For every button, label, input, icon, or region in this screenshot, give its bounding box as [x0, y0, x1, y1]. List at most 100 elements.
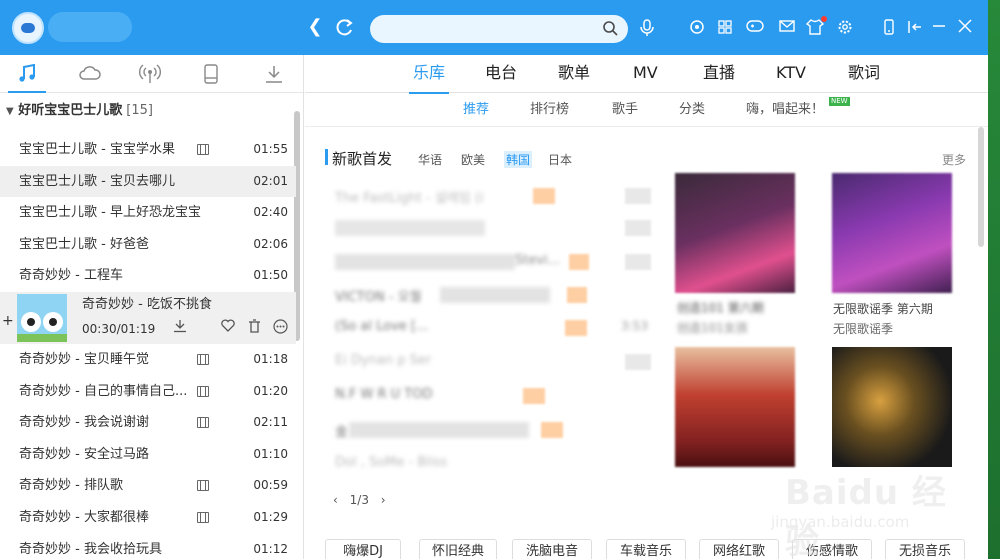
more-link[interactable]: 更多: [942, 151, 966, 168]
song-duration: 01:55: [253, 142, 288, 156]
tab-live[interactable]: 直播: [703, 55, 735, 93]
apps-icon[interactable]: [716, 19, 734, 37]
mv-icon[interactable]: [197, 511, 209, 523]
subtab-sing[interactable]: 嗨，唱起来！: [746, 93, 824, 127]
filter-chinese[interactable]: 华语: [418, 151, 442, 168]
list-item[interactable]: Stevi...: [325, 251, 655, 273]
genre-tag[interactable]: 怀旧经典: [419, 539, 497, 559]
add-icon[interactable]: +: [2, 306, 14, 338]
album-cover[interactable]: [832, 347, 952, 467]
list-item[interactable]: VICTON - 오월: [325, 284, 655, 306]
app-logo[interactable]: [12, 12, 44, 44]
song-row[interactable]: 宝宝巴士儿歌 - 宝宝学水果 01:55: [0, 134, 296, 166]
song-duration: 02:40: [253, 205, 288, 220]
song-row[interactable]: 宝宝巴士儿歌 - 好爸爸 02:06: [0, 229, 296, 261]
subtab-recommend[interactable]: 推荐: [463, 93, 489, 127]
game-icon[interactable]: [746, 19, 764, 37]
song-title: 奇奇妙妙 - 工程车: [19, 268, 123, 284]
now-playing-title: 奇奇妙妙 - 吃饭不挑食: [82, 296, 212, 312]
list-item[interactable]: (So al Love [... 3:53: [325, 317, 655, 339]
close-icon[interactable]: [956, 19, 974, 37]
phone-icon[interactable]: [880, 19, 898, 37]
tab-lyrics[interactable]: 歌词: [848, 55, 880, 93]
mv-icon[interactable]: [197, 417, 209, 429]
heart-icon[interactable]: [220, 319, 236, 335]
album-cover[interactable]: [675, 173, 795, 293]
song-duration: 00:59: [253, 478, 288, 493]
back-icon[interactable]: ❮: [304, 16, 326, 38]
song-duration: 01:12: [253, 541, 288, 556]
search-input[interactable]: [370, 15, 628, 43]
song-row[interactable]: 奇奇妙妙 - 自己的事情自己... 01:20: [0, 376, 296, 408]
prev-page-icon[interactable]: ‹: [333, 493, 338, 507]
user-name-pill[interactable]: [48, 12, 132, 42]
minimize-icon[interactable]: [930, 19, 948, 37]
song-row[interactable]: 奇奇妙妙 - 工程车 01:50: [0, 260, 296, 292]
album-cover[interactable]: [832, 173, 952, 293]
page-indicator: 1/3: [349, 493, 369, 507]
song-duration: 02:06: [253, 236, 288, 251]
title-bar: ❮: [0, 0, 988, 55]
gear-icon[interactable]: [836, 19, 854, 37]
skin-icon[interactable]: [688, 19, 706, 37]
list-item[interactable]: Dol , SoMe - Bliss: [325, 453, 655, 475]
genre-tag[interactable]: 洗脑电音: [512, 539, 592, 559]
next-page-icon[interactable]: ›: [381, 493, 386, 507]
list-item[interactable]: The FastLight - 설레임 (i: [325, 185, 655, 207]
song-row[interactable]: 奇奇妙妙 - 我会说谢谢 02:11: [0, 407, 296, 439]
section-title: 新歌首发: [332, 150, 393, 168]
song-title: 奇奇妙妙 - 自己的事情自己...: [19, 383, 188, 399]
tab-playlists[interactable]: 歌单: [558, 55, 590, 93]
song-title: 奇奇妙妙 - 大家都很棒: [19, 509, 149, 525]
song-row[interactable]: 奇奇妙妙 - 我会收拾玩具 01:12: [0, 534, 296, 559]
song-duration: 02:01: [253, 173, 288, 188]
music-note-icon[interactable]: [8, 63, 46, 93]
mv-icon[interactable]: [197, 144, 209, 155]
album-cover[interactable]: [675, 347, 795, 467]
filter-korean[interactable]: 韩国: [504, 151, 533, 168]
mv-icon[interactable]: [197, 480, 209, 492]
tab-ktv[interactable]: KTV: [776, 55, 806, 93]
main-scrollbar[interactable]: [978, 127, 984, 247]
mv-icon[interactable]: [197, 385, 209, 397]
filter-japanese[interactable]: 日本: [548, 151, 572, 168]
watermark-brand: Baidu 经验: [785, 473, 947, 559]
filter-western[interactable]: 欧美: [461, 151, 485, 168]
song-row[interactable]: 奇奇妙妙 - 安全过马路 01:10: [0, 439, 296, 471]
tab-radio[interactable]: 电台: [485, 55, 517, 93]
list-item[interactable]: [325, 217, 655, 239]
subtab-singers[interactable]: 歌手: [612, 93, 638, 127]
device-icon[interactable]: [202, 64, 224, 84]
genre-tag[interactable]: 嗨爆DJ: [325, 539, 401, 559]
refresh-icon[interactable]: [334, 16, 356, 38]
song-row[interactable]: 宝宝巴士儿歌 - 宝贝去哪儿 02:01: [0, 165, 296, 198]
playlist-name: 好听宝宝巴士儿歌: [18, 103, 123, 118]
search-icon[interactable]: [602, 20, 618, 36]
chevron-down-icon[interactable]: ▼: [6, 106, 14, 117]
more-options-icon[interactable]: [272, 319, 288, 335]
song-row[interactable]: 宝宝巴士儿歌 - 早上好恐龙宝宝 02:40: [0, 197, 296, 229]
trash-icon[interactable]: [246, 319, 262, 335]
mv-icon[interactable]: [197, 353, 209, 365]
song-row[interactable]: 奇奇妙妙 - 宝贝睡午觉 01:18: [0, 344, 296, 376]
mail-icon[interactable]: [778, 19, 796, 37]
list-item[interactable]: 金: [325, 419, 655, 441]
mic-icon[interactable]: [638, 19, 656, 37]
radio-icon[interactable]: [139, 64, 161, 84]
download-icon[interactable]: [264, 64, 286, 84]
subtab-charts[interactable]: 排行榜: [530, 93, 569, 127]
tab-library[interactable]: 乐库: [408, 55, 450, 94]
song-row[interactable]: 奇奇妙妙 - 大家都很棒 01:29: [0, 502, 296, 534]
shirt-icon[interactable]: [805, 19, 825, 37]
download-icon[interactable]: [172, 319, 188, 335]
tab-mv[interactable]: MV: [633, 55, 658, 93]
list-item[interactable]: N.F W R U TOD: [325, 385, 655, 407]
now-playing-row[interactable]: + 奇奇妙妙 - 吃饭不挑食 00:30/01:19: [0, 291, 296, 344]
playlist-header[interactable]: ▼ 好听宝宝巴士儿歌 [15]: [0, 99, 300, 123]
genre-tag[interactable]: 车载音乐: [606, 539, 686, 559]
subtab-categories[interactable]: 分类: [679, 93, 705, 127]
cloud-icon[interactable]: [79, 64, 101, 84]
list-item[interactable]: Ei Dynan p Ser: [325, 351, 655, 373]
song-row[interactable]: 奇奇妙妙 - 排队歌 00:59: [0, 470, 296, 502]
mini-mode-icon[interactable]: [906, 19, 924, 37]
